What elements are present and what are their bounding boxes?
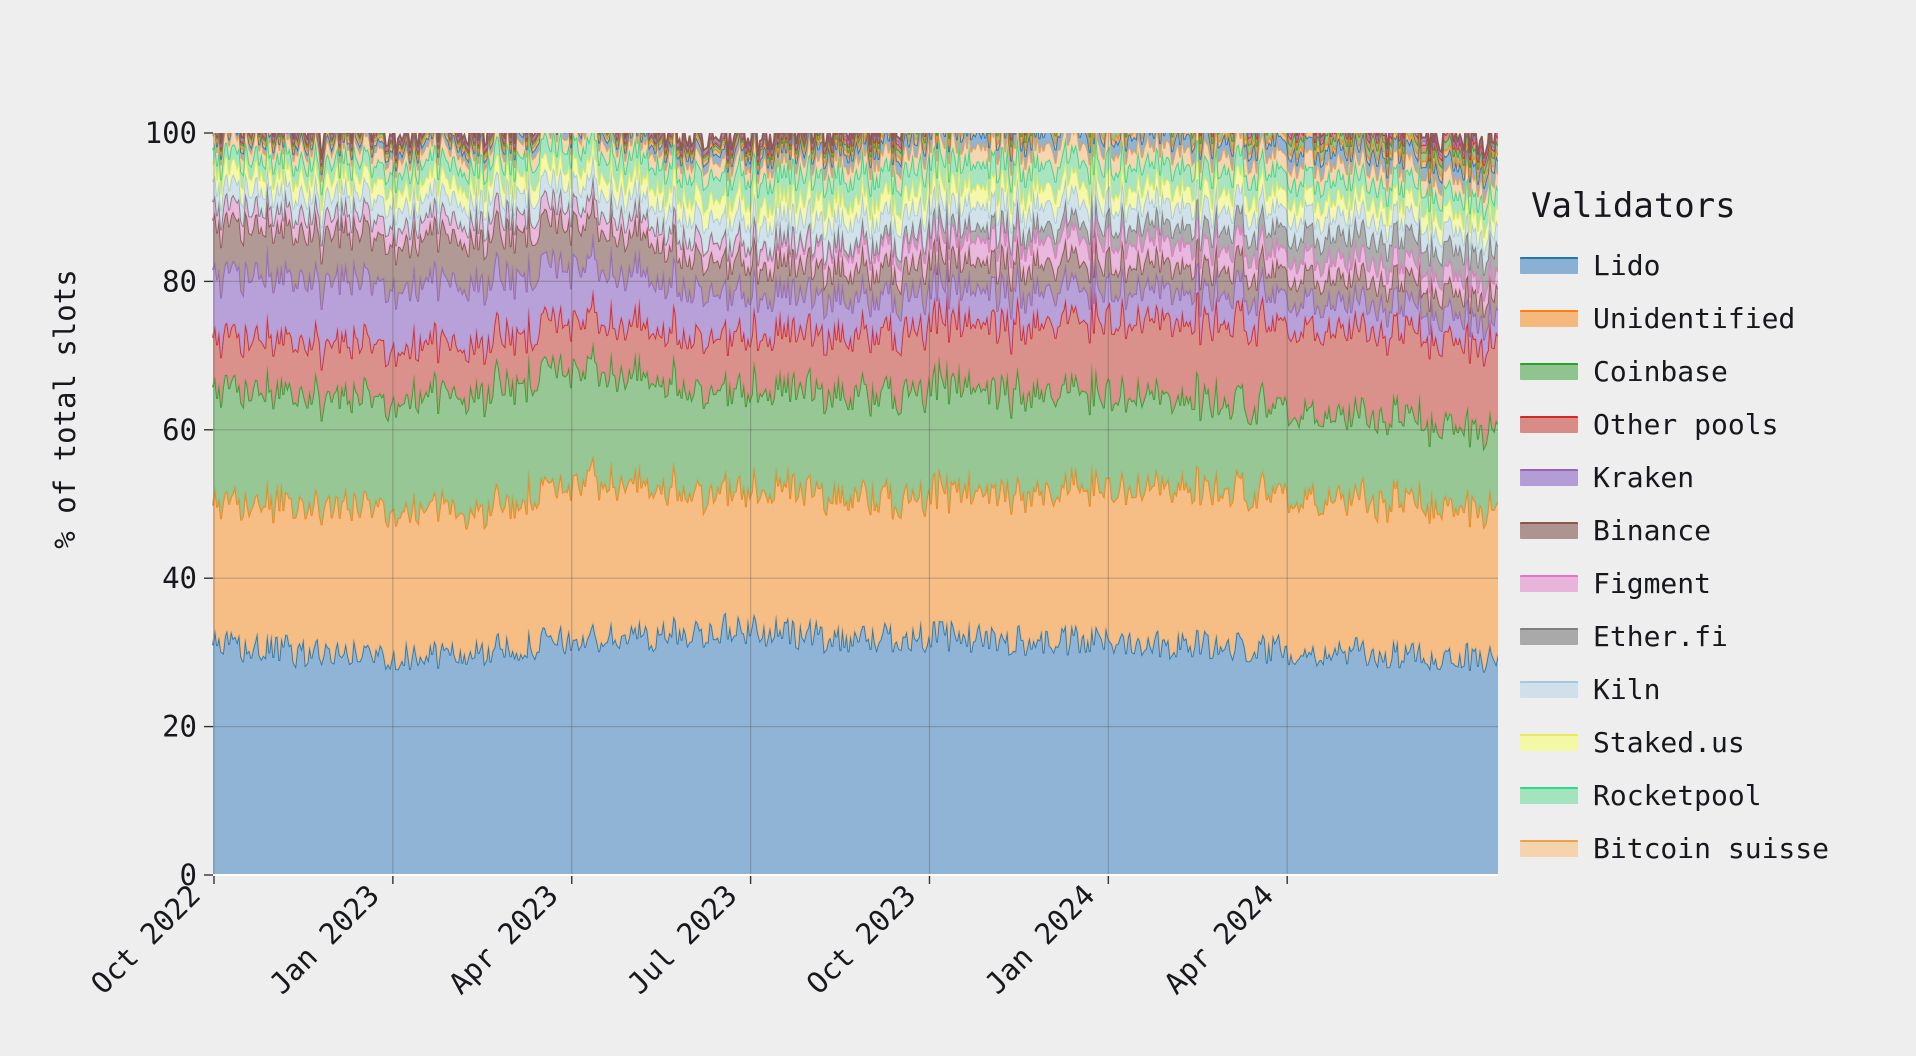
range-button-since-merge[interactable]: since merge [340, 98, 539, 140]
legend-swatch-icon [1520, 575, 1578, 592]
y-axis-label: % of total slots [48, 269, 82, 549]
area-band [213, 174, 1498, 302]
x-tick-label: Oct 2022 [84, 878, 207, 1001]
area-boundary-line [212, 191, 1499, 318]
range-button-1m[interactable]: 1m [287, 98, 340, 140]
legend-item[interactable]: Rocketpool [1520, 769, 1916, 822]
legend-swatch-icon [1520, 469, 1578, 486]
legend-item[interactable]: Kiln [1520, 663, 1916, 716]
x-tick-label: Jul 2023 [621, 878, 744, 1001]
legend: Validators Lido Unidentified Coinbase Other… [1520, 186, 1916, 875]
area-boundary-line [212, 341, 1499, 452]
plot-background [213, 133, 1498, 875]
legend-item-label: Ether.fi [1593, 619, 1728, 653]
area-band [213, 286, 1498, 449]
legend-item[interactable]: Kraken [1520, 451, 1916, 504]
range-button-7d[interactable]: 7d [234, 98, 287, 140]
legend-item-label: Kiln [1593, 672, 1661, 706]
area-boundary-line [212, 610, 1499, 673]
area-boundary-line [212, 233, 1499, 341]
area-band [213, 455, 1498, 673]
x-tick-label: Jan 2023 [263, 878, 386, 1001]
legend-swatch-icon [1520, 681, 1578, 698]
area-boundary-line [212, 152, 1499, 256]
legend-swatch-icon [1520, 628, 1578, 645]
legend-swatch-icon [1520, 840, 1578, 857]
legend-item[interactable]: Unidentified [1520, 292, 1916, 345]
legend-item[interactable]: Figment [1520, 557, 1916, 610]
legend-item[interactable]: Lido [1520, 239, 1916, 292]
y-tick-label: 0 [180, 858, 197, 892]
x-tick-label: Apr 2024 [1157, 878, 1280, 1001]
legend-item[interactable]: Bitcoin suisse [1520, 822, 1916, 875]
area-band [213, 612, 1498, 875]
area-band [213, 174, 1498, 318]
legend-item-label: Bitcoin suisse [1593, 831, 1830, 865]
area-band [213, 152, 1498, 276]
range-toggle-group: 7d 1m since merge [234, 98, 539, 140]
legend-item-label: Staked.us [1593, 725, 1745, 759]
legend-item[interactable]: Staked.us [1520, 716, 1916, 769]
y-tick-label: 80 [162, 264, 197, 298]
area-band [213, 342, 1498, 530]
area-boundary-line [212, 134, 1499, 239]
legend-swatch-icon [1520, 522, 1578, 539]
legend-swatch-icon [1520, 416, 1578, 433]
y-tick-label: 20 [162, 710, 197, 744]
x-tick-label: Apr 2023 [442, 878, 565, 1001]
legend-item-label: Unidentified [1593, 301, 1796, 335]
legend-item-label: Kraken [1593, 460, 1695, 494]
area-band [213, 134, 1498, 256]
area-band [213, 191, 1498, 341]
x-axis-ticks: Oct 2022 Jan 2023 Apr 2023 Jul 2023 Oct 2023… [84, 133, 1498, 1001]
y-tick-label: 100 [145, 116, 197, 150]
legend-swatch-icon [1520, 787, 1578, 804]
x-tick-label: Jan 2024 [978, 878, 1101, 1001]
page-title: Slot Share [120, 22, 324, 61]
legend-swatch-icon [1520, 310, 1578, 327]
legend-item-label: Binance [1593, 513, 1712, 547]
legend-swatch-icon [1520, 257, 1578, 274]
legend-item-label: Lido [1593, 248, 1661, 282]
legend-items: Lido Unidentified Coinbase Other pools Krake… [1520, 239, 1916, 875]
area-boundary-line [212, 174, 1499, 302]
area-boundary-line [212, 174, 1499, 276]
y-tick-label: 40 [162, 561, 197, 595]
legend-item-label: Coinbase [1593, 354, 1728, 388]
legend-item[interactable]: Binance [1520, 504, 1916, 557]
area-boundary-line [212, 286, 1499, 371]
legend-item[interactable]: Coinbase [1520, 345, 1916, 398]
x-tick-label: Oct 2023 [800, 878, 923, 1001]
area-band [213, 233, 1498, 371]
legend-title: Validators [1531, 186, 1736, 226]
legend-item-label: Other pools [1593, 407, 1779, 441]
legend-item[interactable]: Ether.fi [1520, 610, 1916, 663]
legend-swatch-icon [1520, 363, 1578, 380]
legend-item-label: Figment [1593, 566, 1712, 600]
area-boundary-line [212, 455, 1499, 531]
y-tick-label: 60 [162, 413, 197, 447]
legend-swatch-icon [1520, 734, 1578, 751]
y-axis-ticks: 0 20 40 60 80 100 [145, 116, 213, 892]
legend-item[interactable]: Other pools [1520, 398, 1916, 451]
legend-item-label: Rocketpool [1593, 778, 1762, 812]
